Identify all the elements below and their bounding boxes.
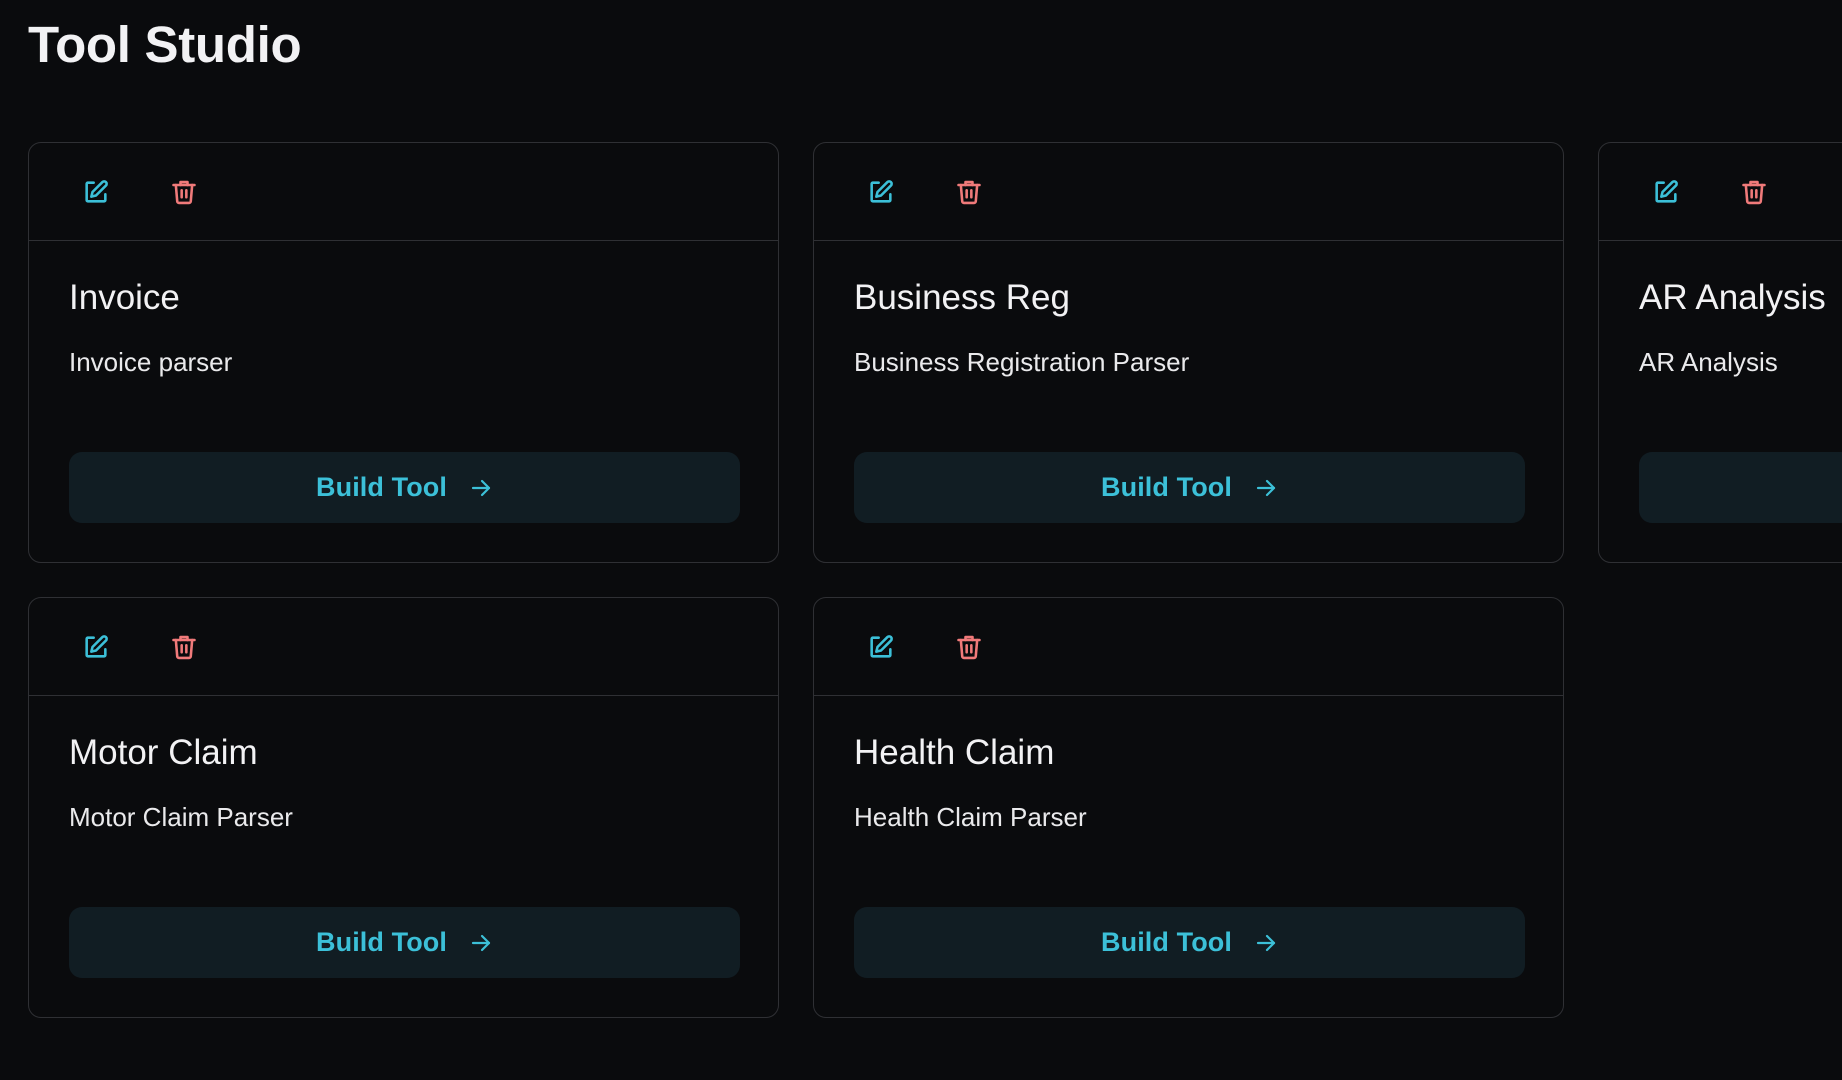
build-tool-label: Build Tool xyxy=(316,927,447,957)
build-tool-button[interactable]: Build Tool xyxy=(1639,452,1842,523)
card-header xyxy=(29,143,778,241)
page-title: Tool Studio xyxy=(28,16,302,73)
tool-description: Motor Claim Parser xyxy=(69,802,293,832)
delete-button[interactable] xyxy=(170,178,198,206)
edit-button[interactable] xyxy=(867,633,895,661)
trash-icon xyxy=(957,635,981,660)
arrow-right-icon xyxy=(1256,479,1276,496)
tool-card: Business Reg Business Registration Parse… xyxy=(813,142,1564,563)
build-tool-button[interactable]: Build Tool xyxy=(854,452,1525,523)
trash-icon xyxy=(957,180,981,205)
delete-button[interactable] xyxy=(955,178,983,206)
tool-card: Invoice Invoice parser Build Tool xyxy=(28,142,779,563)
arrow-right-icon xyxy=(471,934,491,951)
tool-card: Health Claim Health Claim Parser Build T… xyxy=(813,597,1564,1018)
build-tool-button[interactable]: Build Tool xyxy=(69,452,740,523)
delete-button[interactable] xyxy=(955,633,983,661)
tool-card: Motor Claim Motor Claim Parser Build Too… xyxy=(28,597,779,1018)
tool-studio-page: Tool Studio Invoice Invoice parser Build… xyxy=(0,0,1842,1080)
edit-button[interactable] xyxy=(1652,178,1680,206)
edit-icon xyxy=(85,635,108,658)
trash-icon xyxy=(1742,180,1766,205)
tool-description: Health Claim Parser xyxy=(854,802,1087,832)
build-tool-label: Build Tool xyxy=(1101,927,1232,957)
arrow-right-icon xyxy=(471,479,491,496)
delete-button[interactable] xyxy=(170,633,198,661)
build-tool-button[interactable]: Build Tool xyxy=(69,907,740,978)
trash-icon xyxy=(172,180,196,205)
edit-button[interactable] xyxy=(82,178,110,206)
tool-description: Business Registration Parser xyxy=(854,347,1190,377)
delete-button[interactable] xyxy=(1740,178,1768,206)
card-header xyxy=(814,143,1563,241)
edit-icon xyxy=(1655,180,1678,203)
tool-card: AR Analysis AR Analysis Build Tool xyxy=(1598,142,1842,563)
tool-description: AR Analysis xyxy=(1639,347,1778,377)
edit-button[interactable] xyxy=(82,633,110,661)
trash-icon xyxy=(172,635,196,660)
tool-name: Invoice xyxy=(69,278,180,317)
edit-icon xyxy=(870,635,893,658)
edit-button[interactable] xyxy=(867,178,895,206)
edit-icon xyxy=(85,180,108,203)
tool-name: Health Claim xyxy=(854,733,1055,772)
card-header xyxy=(29,598,778,696)
tool-name: Motor Claim xyxy=(69,733,258,772)
card-header xyxy=(814,598,1563,696)
build-tool-label: Build Tool xyxy=(1101,472,1232,502)
build-tool-label: Build Tool xyxy=(316,472,447,502)
tool-name: AR Analysis xyxy=(1639,278,1826,317)
arrow-right-icon xyxy=(1256,934,1276,951)
edit-icon xyxy=(870,180,893,203)
tool-description: Invoice parser xyxy=(69,347,233,377)
card-header xyxy=(1599,143,1842,241)
build-tool-button[interactable]: Build Tool xyxy=(854,907,1525,978)
tool-name: Business Reg xyxy=(854,278,1070,317)
